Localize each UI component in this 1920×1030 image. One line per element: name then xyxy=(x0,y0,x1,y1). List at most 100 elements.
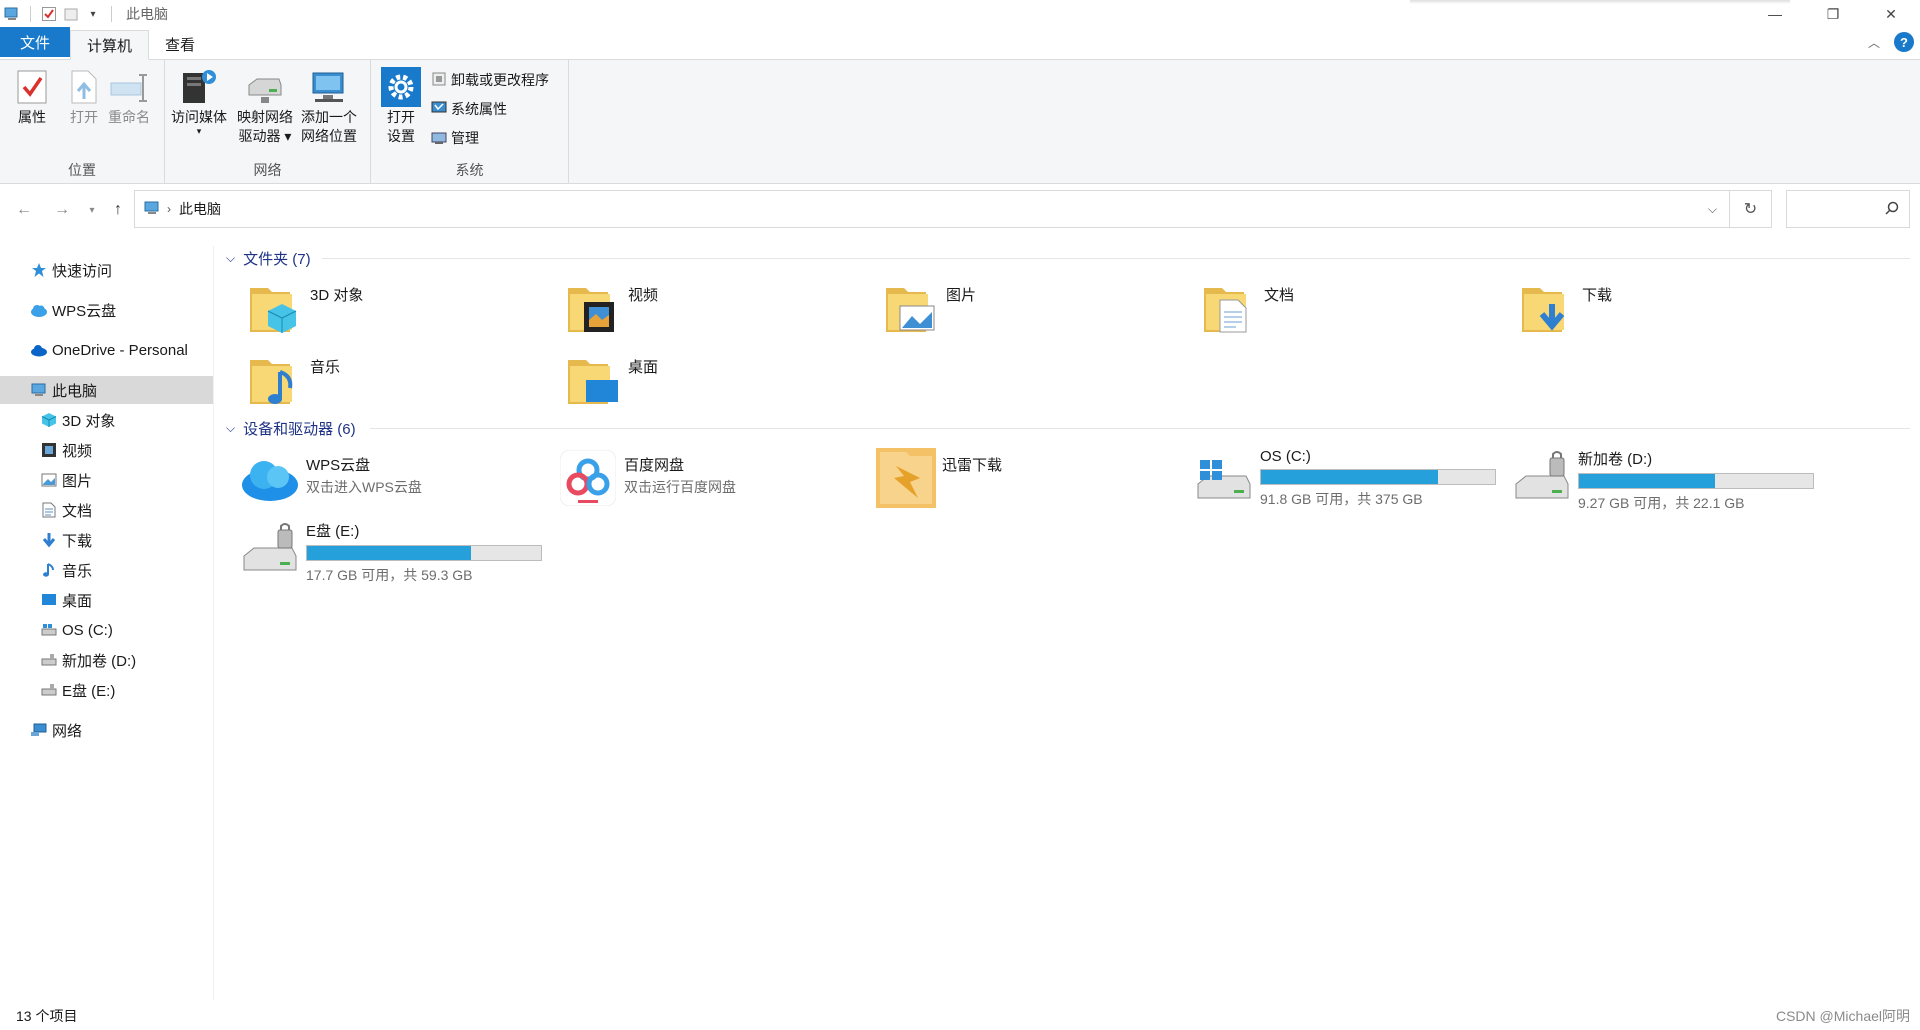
folder-3d-icon xyxy=(244,278,304,338)
storage-bar-fill xyxy=(1579,474,1715,488)
properties-icon[interactable] xyxy=(41,6,57,22)
open-settings-label-line1: 打开 xyxy=(387,109,415,125)
sidebar-item-network[interactable]: 网络 xyxy=(0,716,213,744)
desktop-icon xyxy=(40,591,58,609)
section-title: 设备和驱动器 (6) xyxy=(243,421,356,438)
folder-name: 文档 xyxy=(1264,287,1295,304)
recent-locations-chevron-icon[interactable]: ▾ xyxy=(80,198,104,222)
drive-c-icon xyxy=(40,621,58,639)
uninstall-label: 卸载或更改程序 xyxy=(451,72,549,88)
computer-icon xyxy=(143,201,161,218)
device-tile-baidu-netdisk[interactable]: 百度网盘 双击运行百度网盘 xyxy=(558,448,736,508)
sidebar-item-documents[interactable]: 文档 xyxy=(0,496,213,524)
open-button[interactable]: 打开 xyxy=(64,66,104,127)
properties-button[interactable]: 属性 xyxy=(12,66,52,127)
add-network-location-button[interactable]: 添加一个 网络位置 xyxy=(301,66,357,146)
folder-name: 图片 xyxy=(946,287,977,304)
sidebar-item-videos[interactable]: 视频 xyxy=(0,436,213,464)
rename-button[interactable]: 重命名 xyxy=(108,66,150,127)
access-media-button[interactable]: 访问媒体 ▾ xyxy=(171,66,227,136)
sidebar-item-music[interactable]: 音乐 xyxy=(0,556,213,584)
folder-desktop-icon xyxy=(562,350,622,410)
map-drive-label-text: 驱动器 xyxy=(238,128,281,144)
open-settings-button[interactable]: 打开 设置 xyxy=(381,66,421,146)
close-button[interactable]: ✕ xyxy=(1862,0,1920,28)
storage-bar xyxy=(1578,473,1814,489)
tab-computer[interactable]: 计算机 xyxy=(70,30,150,60)
sidebar-item-label: 音乐 xyxy=(62,562,93,580)
chevron-down-icon: ▾ xyxy=(196,126,202,136)
cloud-icon xyxy=(30,301,48,319)
sidebar-item-drive-c[interactable]: OS (C:) xyxy=(0,616,213,644)
tab-view[interactable]: 查看 xyxy=(149,30,211,59)
download-icon xyxy=(40,531,58,549)
folder-tile-pictures[interactable]: 图片 xyxy=(880,278,976,338)
sidebar-item-label: OS (C:) xyxy=(62,621,113,639)
sidebar-item-3d-objects[interactable]: 3D 对象 xyxy=(0,406,213,434)
device-capacity: 9.27 GB 可用，共 22.1 GB xyxy=(1578,495,1745,511)
overlay-shadow xyxy=(1410,0,1790,4)
drive-c-icon xyxy=(1194,448,1254,508)
device-tile-thunder[interactable]: 迅雷下载 xyxy=(876,448,1002,508)
folder-documents-icon xyxy=(1198,278,1258,338)
address-bar[interactable]: › 此电脑 ⌵ xyxy=(134,190,1730,228)
ribbon: 属性 打开 重命名 位置 访问媒体 ▾ 映射网络 驱动器 ▾ 添加一个 网络位置… xyxy=(0,60,1920,184)
chevron-down-icon[interactable]: ⌵ xyxy=(1708,202,1717,217)
device-tile-wps-cloud[interactable]: WPS云盘 双击进入WPS云盘 xyxy=(240,448,422,508)
folder-tile-videos[interactable]: 视频 xyxy=(562,278,658,338)
search-icon xyxy=(1885,201,1899,218)
system-properties-label: 系统属性 xyxy=(451,101,507,117)
search-input[interactable] xyxy=(1786,190,1910,228)
navigation-pane: 快速访问 WPS云盘 OneDrive - Personal 此电脑 3D 对象… xyxy=(0,246,214,1000)
new-folder-icon[interactable] xyxy=(63,6,79,22)
section-devices-header[interactable]: ⌵ 设备和驱动器 (6) xyxy=(226,418,356,439)
system-properties-button[interactable]: 系统属性 xyxy=(431,99,507,119)
sidebar-item-pictures[interactable]: 图片 xyxy=(0,466,213,494)
device-tile-drive-c[interactable]: OS (C:) 91.8 GB 可用，共 375 GB xyxy=(1194,448,1496,509)
up-arrow-icon[interactable]: ↑ xyxy=(106,198,130,222)
sidebar-item-this-pc[interactable]: 此电脑 xyxy=(0,376,213,404)
section-folders-header[interactable]: ⌵ 文件夹 (7) xyxy=(226,248,311,269)
back-arrow-icon[interactable]: ← xyxy=(12,198,36,222)
group-label-network: 网络 xyxy=(253,162,282,178)
folder-tile-downloads[interactable]: 下载 xyxy=(1516,278,1612,338)
device-description: 双击运行百度网盘 xyxy=(624,479,736,495)
device-tile-drive-d[interactable]: 新加卷 (D:) 9.27 GB 可用，共 22.1 GB xyxy=(1512,448,1814,513)
computer-icon xyxy=(30,381,48,399)
thunder-icon xyxy=(876,448,936,508)
section-divider xyxy=(370,428,1910,429)
folder-name: 桌面 xyxy=(628,359,659,376)
tab-file[interactable]: 文件 xyxy=(0,27,70,57)
sidebar-item-wps-cloud[interactable]: WPS云盘 xyxy=(0,296,213,324)
collapse-ribbon-icon[interactable]: ︿ xyxy=(1868,34,1880,51)
forward-arrow-icon[interactable]: → xyxy=(50,198,74,222)
sidebar-item-quick-access[interactable]: 快速访问 xyxy=(0,256,213,284)
restore-button[interactable]: ❐ xyxy=(1804,0,1862,28)
folder-tile-documents[interactable]: 文档 xyxy=(1198,278,1294,338)
minimize-button[interactable]: — xyxy=(1746,0,1804,28)
divider xyxy=(30,6,31,22)
folder-name: 视频 xyxy=(628,287,659,304)
rename-icon xyxy=(109,66,149,108)
device-name: WPS云盘 xyxy=(306,457,371,474)
sidebar-item-onedrive[interactable]: OneDrive - Personal xyxy=(0,336,213,364)
folder-name: 下载 xyxy=(1582,287,1613,304)
manage-button[interactable]: 管理 xyxy=(431,128,479,148)
folder-tile-3d-objects[interactable]: 3D 对象 xyxy=(244,278,363,338)
sidebar-item-desktop[interactable]: 桌面 xyxy=(0,586,213,614)
window-title: 此电脑 xyxy=(126,6,168,22)
sidebar-item-drive-e[interactable]: E盘 (E:) xyxy=(0,676,213,704)
storage-bar xyxy=(1260,469,1496,485)
sidebar-item-drive-d[interactable]: 新加卷 (D:) xyxy=(0,646,213,674)
chevron-down-icon[interactable]: ▾ xyxy=(85,6,101,22)
sidebar-item-downloads[interactable]: 下载 xyxy=(0,526,213,554)
map-network-drive-button[interactable]: 映射网络 驱动器 ▾ xyxy=(237,66,293,146)
folder-tile-music[interactable]: 音乐 xyxy=(244,350,340,410)
manage-label: 管理 xyxy=(451,130,479,146)
help-icon[interactable]: ? xyxy=(1894,32,1914,52)
device-tile-drive-e[interactable]: E盘 (E:) 17.7 GB 可用，共 59.3 GB xyxy=(240,520,542,585)
group-network: 访问媒体 ▾ 映射网络 驱动器 ▾ 添加一个 网络位置 网络 xyxy=(165,60,371,184)
folder-tile-desktop[interactable]: 桌面 xyxy=(562,350,658,410)
refresh-icon[interactable]: ↻ xyxy=(1730,190,1772,228)
uninstall-programs-button[interactable]: 卸载或更改程序 xyxy=(431,70,549,90)
